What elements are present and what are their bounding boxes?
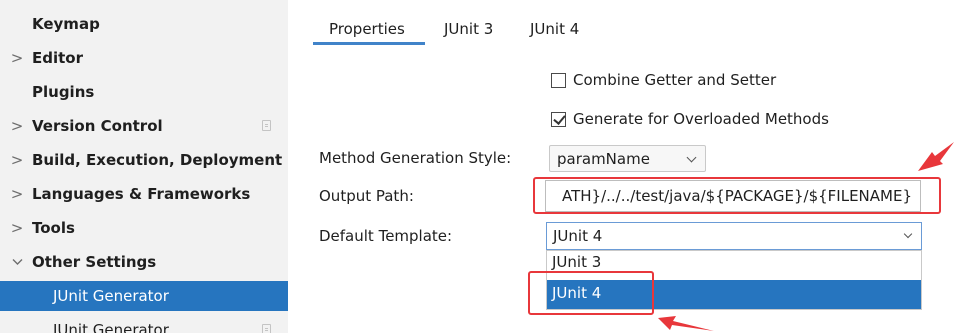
combine-getter-setter-checkbox[interactable]: [551, 72, 566, 88]
chevron-right-icon[interactable]: >: [10, 111, 24, 141]
checkmark-icon: [553, 111, 566, 125]
sidebar-item-label: Editor: [32, 49, 83, 67]
default-template-value: JUnit 4: [553, 227, 603, 245]
arrow-icon: [918, 142, 954, 171]
sidebar-item-label: Plugins: [32, 83, 95, 101]
sidebar-item-label: Build, Execution, Deployment: [32, 151, 283, 169]
sidebar-item-version-control[interactable]: > Version Control: [0, 111, 288, 141]
arrow-icon: [658, 316, 714, 331]
combine-getter-setter-option[interactable]: Combine Getter and Setter: [551, 69, 776, 91]
sidebar-item-tools[interactable]: > Tools: [0, 213, 288, 243]
project-scope-icon: [262, 324, 271, 333]
chevron-right-icon[interactable]: >: [10, 179, 24, 209]
sidebar-item-keymap[interactable]: Keymap: [0, 9, 288, 39]
combine-getter-setter-label: Combine Getter and Setter: [573, 71, 777, 89]
sidebar-item-build-execution-deployment[interactable]: > Build, Execution, Deployment: [0, 145, 288, 175]
generate-overloaded-option[interactable]: Generate for Overloaded Methods: [551, 108, 829, 130]
sidebar-item-label: Other Settings: [32, 253, 157, 271]
project-scope-icon: [262, 120, 271, 131]
active-tab-indicator: [313, 42, 425, 45]
junit4-option-highlight: [528, 271, 654, 315]
sidebar-item-other-settings[interactable]: Other Settings: [0, 247, 288, 277]
chevron-down-icon: [903, 229, 913, 239]
output-path-highlight: [533, 177, 941, 214]
generate-overloaded-checkbox[interactable]: [551, 111, 566, 127]
tab-junit-4[interactable]: JUnit 4: [530, 20, 579, 44]
tab-properties[interactable]: Properties: [329, 20, 405, 44]
sidebar-item-label: Version Control: [32, 117, 163, 135]
default-template-label: Default Template:: [319, 227, 453, 245]
output-path-label: Output Path:: [319, 187, 414, 205]
chevron-down-icon[interactable]: [10, 247, 24, 277]
sidebar-item-editor[interactable]: > Editor: [0, 43, 288, 73]
sidebar-item-label: Languages & Frameworks: [32, 185, 251, 203]
sidebar-item-label: JUnit Generator: [53, 321, 169, 333]
settings-sidebar: Keymap > Editor Plugins > Version Contro…: [0, 0, 288, 333]
chevron-right-icon[interactable]: >: [10, 145, 24, 175]
chevron-right-icon[interactable]: >: [10, 43, 24, 73]
chevron-right-icon[interactable]: >: [10, 213, 24, 243]
sidebar-item-languages-frameworks[interactable]: > Languages & Frameworks: [0, 179, 288, 209]
method-style-value: paramName: [557, 149, 650, 168]
sidebar-item-label: JUnit Generator: [53, 287, 169, 305]
sidebar-item-label: Tools: [32, 219, 75, 237]
generate-overloaded-label: Generate for Overloaded Methods: [573, 110, 829, 128]
tab-junit-3[interactable]: JUnit 3: [444, 20, 493, 44]
template-option-label: JUnit 3: [552, 253, 602, 271]
sidebar-item-plugins[interactable]: Plugins: [0, 77, 288, 107]
chevron-down-icon: [686, 152, 697, 163]
method-style-label: Method Generation Style:: [319, 149, 512, 167]
default-template-select[interactable]: JUnit 4: [546, 222, 922, 250]
method-style-select[interactable]: paramName: [549, 145, 706, 172]
sidebar-item-junit-generator-2[interactable]: JUnit Generator: [0, 315, 288, 333]
sidebar-item-junit-generator[interactable]: JUnit Generator: [0, 281, 288, 311]
sidebar-item-label: Keymap: [32, 15, 100, 33]
